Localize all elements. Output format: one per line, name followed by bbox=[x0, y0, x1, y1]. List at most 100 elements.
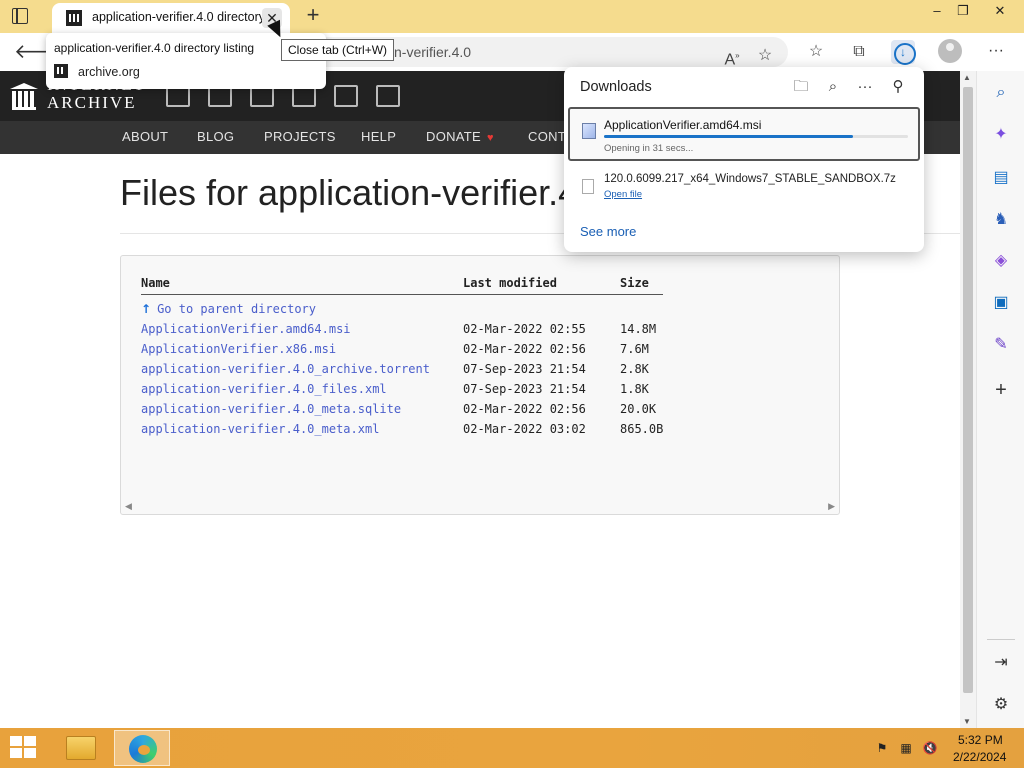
scroll-left-icon[interactable]: ◀ bbox=[125, 501, 132, 512]
profile-icon[interactable] bbox=[938, 39, 962, 63]
file-size: 2.8K bbox=[620, 362, 649, 376]
collections-icon[interactable]: ⧉ bbox=[847, 40, 871, 64]
column-header-size: Size bbox=[620, 276, 649, 290]
table-row: application-verifier.4.0_files.xml 07-Se… bbox=[141, 382, 701, 400]
microsoft365-icon[interactable]: ◈ bbox=[989, 249, 1013, 273]
edge-icon bbox=[129, 735, 157, 763]
file-modified: 07-Sep-2023 21:54 bbox=[463, 382, 586, 396]
table-row: ApplicationVerifier.x86.msi 02-Mar-2022 … bbox=[141, 342, 701, 360]
taskbar: ⚑ ▦ 🔇 5:32 PM 2/22/2024 bbox=[0, 728, 1024, 768]
tab-strip: application-verifier.4.0 directory listi… bbox=[0, 0, 1024, 33]
settings-more-icon[interactable]: ··· bbox=[984, 39, 1008, 63]
file-link[interactable]: application-verifier.4.0_meta.sqlite bbox=[141, 402, 401, 416]
nav-about[interactable]: ABOUT bbox=[122, 129, 168, 144]
nav-donate[interactable]: DONATE ♥ bbox=[426, 129, 494, 144]
parent-directory-link[interactable]: ↑ Go to parent directory bbox=[141, 302, 316, 316]
clock-time[interactable]: 5:32 PM bbox=[958, 733, 1003, 747]
copilot-icon[interactable]: ✦ bbox=[989, 123, 1013, 147]
maximize-button[interactable]: ❐ bbox=[946, 0, 980, 22]
windows-start-icon[interactable] bbox=[10, 736, 38, 760]
up-arrow-icon: ↑ bbox=[141, 302, 152, 316]
download-file-name: 120.0.6099.217_x64_Windows7_STABLE_SANDB… bbox=[604, 173, 896, 185]
tab-hover-title: application-verifier.4.0 directory listi… bbox=[54, 41, 255, 55]
pin-icon[interactable]: ⚲ bbox=[887, 76, 909, 98]
file-size: 1.8K bbox=[620, 382, 649, 396]
file-icon bbox=[582, 179, 594, 194]
ia-logo-icon[interactable] bbox=[10, 83, 38, 111]
tab-hover-domain: archive.org bbox=[78, 65, 140, 79]
column-header-name: Name bbox=[141, 276, 170, 290]
download-file-name: ApplicationVerifier.amd64.msi bbox=[604, 118, 762, 132]
file-modified: 02-Mar-2022 02:56 bbox=[463, 402, 586, 416]
download-progress-fill bbox=[604, 135, 854, 138]
see-more-link[interactable]: See more bbox=[580, 224, 636, 239]
designer-icon[interactable]: ✎ bbox=[989, 333, 1013, 357]
shopping-icon[interactable]: ▤ bbox=[989, 166, 1013, 190]
scroll-down-icon[interactable]: ▼ bbox=[963, 717, 971, 726]
nav-help[interactable]: HELP bbox=[361, 129, 396, 144]
table-row: application-verifier.4.0_archive.torrent… bbox=[141, 362, 701, 380]
table-row: application-verifier.4.0_meta.xml 02-Mar… bbox=[141, 422, 701, 440]
favorite-add-icon[interactable]: ☆ bbox=[753, 44, 777, 68]
volume-muted-icon[interactable]: 🔇 bbox=[922, 740, 938, 756]
file-modified: 07-Sep-2023 21:54 bbox=[463, 362, 586, 376]
back-button[interactable]: 🡐 bbox=[14, 38, 68, 66]
nav-projects[interactable]: PROJECTS bbox=[264, 129, 336, 144]
ia-logo-text-line2[interactable]: ARCHIVE bbox=[47, 93, 137, 113]
file-link[interactable]: application-verifier.4.0_files.xml bbox=[141, 382, 387, 396]
file-modified: 02-Mar-2022 03:02 bbox=[463, 422, 586, 436]
outlook-icon[interactable]: ▣ bbox=[989, 291, 1013, 315]
downloads-panel: Downloads 🗀 ⌕ ··· ⚲ ApplicationVerifier.… bbox=[564, 67, 924, 252]
search-icon[interactable]: ⌕ bbox=[989, 81, 1013, 105]
read-aloud-icon[interactable]: A» bbox=[720, 44, 744, 68]
download-status: Opening in 31 secs... bbox=[604, 143, 694, 154]
heart-icon: ♥ bbox=[487, 132, 494, 144]
scroll-up-icon[interactable]: ▲ bbox=[963, 73, 971, 82]
directory-listing: Name Last modified Size ↑ Go to parent di… bbox=[120, 255, 840, 515]
scroll-right-icon[interactable]: ▶ bbox=[828, 501, 835, 512]
file-link[interactable]: ApplicationVerifier.x86.msi bbox=[141, 342, 336, 356]
address-text: n-verifier.4.0 bbox=[394, 44, 472, 60]
page-title: Files for application-verifier.4.0 bbox=[120, 172, 609, 213]
file-link[interactable]: application-verifier.4.0_archive.torrent bbox=[141, 362, 430, 376]
file-modified: 02-Mar-2022 02:55 bbox=[463, 322, 586, 336]
hide-sidebar-icon[interactable]: ⇥ bbox=[989, 651, 1013, 675]
search-downloads-icon[interactable]: ⌕ bbox=[822, 76, 844, 98]
nav-blog[interactable]: BLOG bbox=[197, 129, 234, 144]
header-divider bbox=[141, 294, 663, 295]
page-scrollbar[interactable]: ▲ ▼ bbox=[960, 71, 976, 728]
games-icon[interactable]: ♞ bbox=[989, 208, 1013, 232]
file-size: 7.6M bbox=[620, 342, 649, 356]
software-icon[interactable] bbox=[334, 85, 358, 107]
file-link[interactable]: application-verifier.4.0_meta.xml bbox=[141, 422, 379, 436]
nav-donate-label: DONATE bbox=[426, 129, 482, 144]
file-explorer-button[interactable] bbox=[52, 730, 108, 766]
clock-date[interactable]: 2/22/2024 bbox=[953, 750, 1006, 764]
column-header-modified: Last modified bbox=[463, 276, 557, 290]
open-folder-icon[interactable]: 🗀 bbox=[790, 76, 812, 98]
parent-directory-label: Go to parent directory bbox=[157, 302, 317, 316]
flag-icon[interactable]: ⚑ bbox=[874, 740, 890, 756]
downloads-icon[interactable]: ↓ bbox=[891, 40, 916, 65]
more-options-icon[interactable]: ··· bbox=[854, 76, 876, 98]
add-icon[interactable]: + bbox=[989, 378, 1013, 402]
scrollbar-thumb[interactable] bbox=[963, 87, 973, 693]
favorites-icon[interactable]: ☆ bbox=[804, 40, 828, 64]
tab-title: application-verifier.4.0 directory listi… bbox=[92, 10, 262, 24]
tab-active[interactable]: application-verifier.4.0 directory listi… bbox=[52, 3, 290, 33]
tab-actions-icon[interactable] bbox=[12, 8, 28, 24]
images-icon[interactable] bbox=[376, 85, 400, 107]
network-icon[interactable]: ▦ bbox=[898, 740, 914, 756]
download-item[interactable]: 120.0.6099.217_x64_Windows7_STABLE_SANDB… bbox=[568, 171, 920, 207]
download-item-active[interactable]: ApplicationVerifier.amd64.msi Opening in… bbox=[568, 107, 920, 161]
settings-icon[interactable]: ⚙ bbox=[989, 693, 1013, 717]
open-file-link[interactable]: Open file bbox=[604, 189, 642, 200]
archive-favicon-icon bbox=[54, 64, 68, 78]
edge-taskbar-button[interactable] bbox=[114, 730, 170, 766]
new-tab-button[interactable]: + bbox=[302, 4, 324, 28]
downloads-title: Downloads bbox=[580, 79, 652, 95]
file-size: 14.8M bbox=[620, 322, 657, 336]
close-window-button[interactable]: ✕ bbox=[976, 0, 1024, 22]
parent-directory-row: ↑ Go to parent directory bbox=[141, 302, 701, 320]
file-link[interactable]: ApplicationVerifier.amd64.msi bbox=[141, 322, 351, 336]
